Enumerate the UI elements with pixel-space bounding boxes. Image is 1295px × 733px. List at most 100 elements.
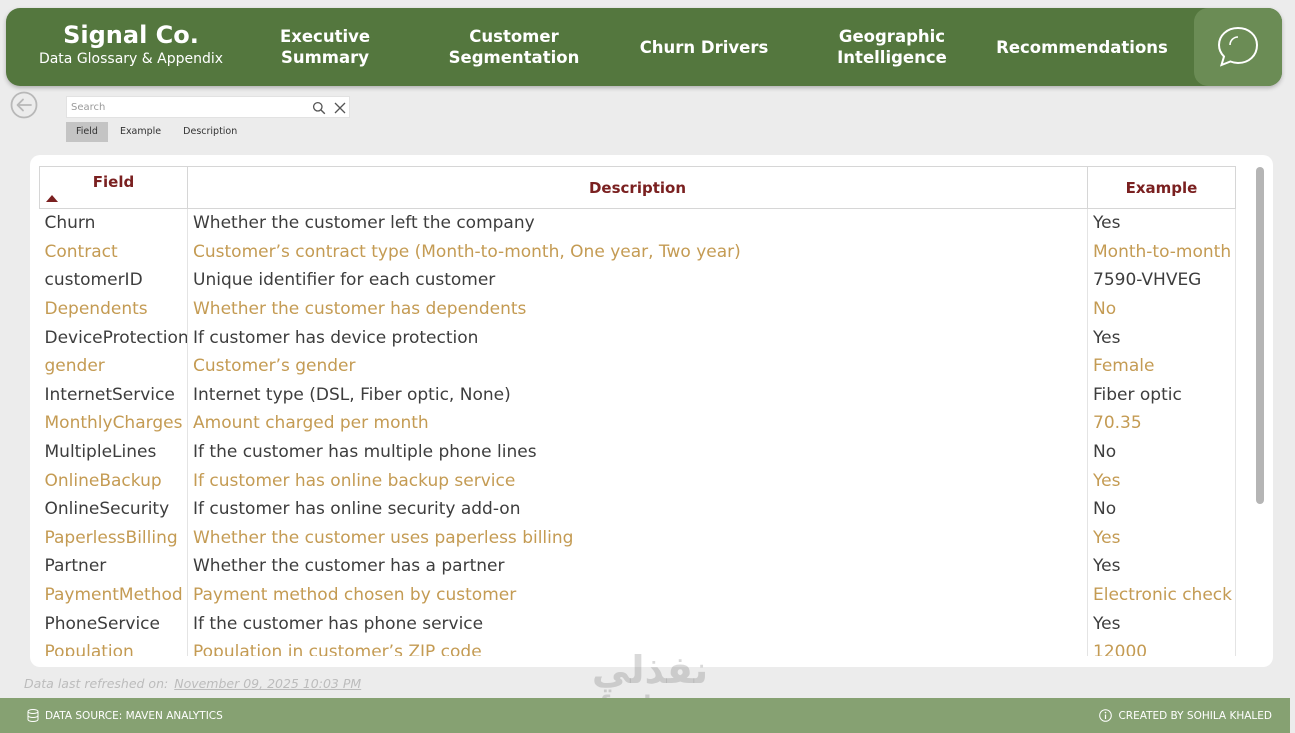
back-button[interactable] <box>10 91 38 123</box>
vertical-scrollbar[interactable] <box>1256 167 1264 504</box>
top-nav-bar: Signal Co. Data Glossary & Appendix Exec… <box>6 8 1282 86</box>
back-arrow-icon <box>10 91 38 119</box>
nav-customer-segmentation[interactable]: Customer Segmentation <box>446 8 582 86</box>
cell-description: Whether the customer has a partner <box>187 552 1088 581</box>
cell-description: If customer has online backup service <box>187 466 1088 495</box>
database-icon <box>27 709 39 722</box>
brand: Signal Co. Data Glossary & Appendix <box>36 20 226 68</box>
filter-description[interactable]: Description <box>173 122 247 142</box>
cell-description: Whether the customer has dependents <box>187 294 1088 324</box>
cell-field: Dependents <box>39 294 188 324</box>
cell-field: PhoneService <box>39 609 188 638</box>
chat-bubble-icon <box>1217 26 1259 67</box>
glossary-table: Field Description Example Churn Whether t… <box>39 166 1236 656</box>
data-source-label: DATA SOURCE: MAVEN ANALYTICS <box>45 709 223 722</box>
cell-example: No <box>1087 437 1236 467</box>
close-icon[interactable] <box>333 100 347 119</box>
cell-field: OnlineSecurity <box>39 494 188 524</box>
column-header-field[interactable]: Field <box>39 166 188 209</box>
chat-button[interactable] <box>1194 8 1282 86</box>
glossary-table-card: Field Description Example Churn Whether t… <box>30 155 1273 667</box>
table-row[interactable]: OnlineSecurity If customer has online sec… <box>39 494 1236 524</box>
cell-example: Yes <box>1087 323 1236 352</box>
cell-example: Fiber optic <box>1087 380 1236 410</box>
cell-example: Month-to-month <box>1087 237 1236 267</box>
cell-example: Yes <box>1087 552 1236 581</box>
refresh-date: November 09, 2025 10:03 PM <box>174 676 362 691</box>
cell-example: Yes <box>1087 208 1236 238</box>
table-row[interactable]: PaperlessBilling Whether the customer use… <box>39 523 1236 553</box>
table-row[interactable]: Churn Whether the customer left the compa… <box>39 208 1236 238</box>
cell-example: 70.35 <box>1087 409 1236 438</box>
filter-field[interactable]: Field <box>66 122 108 142</box>
nav-geographic-intelligence[interactable]: Geographic Intelligence <box>830 8 954 86</box>
creator-info: CREATED BY SOHILA KHALED <box>1099 709 1272 722</box>
cell-field: customerID <box>39 266 188 295</box>
cell-description: Customer’s gender <box>187 351 1088 381</box>
cell-description: Customer’s contract type (Month-to-month… <box>187 237 1088 267</box>
cell-description: Unique identifier for each customer <box>187 266 1088 295</box>
cell-field: OnlineBackup <box>39 466 188 495</box>
table-row[interactable]: Dependents Whether the customer has depen… <box>39 294 1236 324</box>
cell-field: MultipleLines <box>39 437 188 467</box>
table-row[interactable]: Partner Whether the customer has a partne… <box>39 552 1236 581</box>
table-row[interactable]: Population Population in customer’s ZIP c… <box>39 637 1236 656</box>
created-by-label: CREATED BY SOHILA KHALED <box>1118 709 1272 722</box>
search-box <box>66 96 350 118</box>
table-row[interactable]: customerID Unique identifier for each cus… <box>39 266 1236 295</box>
table-row[interactable]: PhoneService If the customer has phone se… <box>39 609 1236 638</box>
page-subtitle: Data Glossary & Appendix <box>38 51 224 67</box>
cell-field: Churn <box>39 208 188 238</box>
data-refresh-note: Data last refreshed on: November 09, 2025… <box>24 676 361 691</box>
search-icon[interactable] <box>312 100 326 119</box>
nav-recommendations[interactable]: Recommendations <box>996 8 1168 86</box>
cell-example: Yes <box>1087 609 1236 638</box>
cell-description: If the customer has phone service <box>187 609 1088 638</box>
cell-description: Amount charged per month <box>187 409 1088 438</box>
cell-field: MonthlyCharges <box>39 409 188 438</box>
column-header-example[interactable]: Example <box>1087 166 1236 209</box>
cell-field: Partner <box>39 552 188 581</box>
cell-description: If customer has online security add-on <box>187 494 1088 524</box>
cell-description: Whether the customer uses paperless bill… <box>187 523 1088 553</box>
cell-description: Internet type (DSL, Fiber optic, None) <box>187 380 1088 410</box>
data-source-info: DATA SOURCE: MAVEN ANALYTICS <box>27 709 223 722</box>
brand-title: Signal Co. <box>63 21 199 49</box>
cell-description: Population in customer’s ZIP code <box>187 637 1088 656</box>
cell-field: PaperlessBilling <box>39 523 188 553</box>
sort-ascending-icon <box>46 195 58 202</box>
glossary-table-scroll[interactable]: Field Description Example Churn Whether t… <box>39 166 1236 656</box>
table-row[interactable]: InternetService Internet type (DSL, Fiber… <box>39 380 1236 410</box>
cell-field: DeviceProtection <box>39 323 188 352</box>
cell-description: If customer has device protection <box>187 323 1088 352</box>
footer-bar: DATA SOURCE: MAVEN ANALYTICS CREATED BY … <box>0 698 1290 733</box>
cell-description: If the customer has multiple phone lines <box>187 437 1088 467</box>
table-row[interactable]: MonthlyCharges Amount charged per month 70… <box>39 409 1236 438</box>
cell-field: PaymentMethod <box>39 580 188 610</box>
cell-field: Population <box>39 637 188 656</box>
search-field-filters: Field Example Description <box>66 122 249 142</box>
table-row[interactable]: PaymentMethod Payment method chosen by cu… <box>39 580 1236 610</box>
cell-example: Yes <box>1087 523 1236 553</box>
table-row[interactable]: Contract Customer’s contract type (Month-… <box>39 237 1236 267</box>
cell-description: Whether the customer left the company <box>187 208 1088 238</box>
nav-churn-drivers[interactable]: Churn Drivers <box>634 8 774 86</box>
cell-example: Electronic check <box>1087 580 1236 610</box>
column-header-description[interactable]: Description <box>187 166 1088 209</box>
cell-field: Contract <box>39 237 188 267</box>
cell-example: Female <box>1087 351 1236 381</box>
column-header-field-label: Field <box>92 173 135 191</box>
refresh-label: Data last refreshed on: <box>24 676 169 691</box>
info-icon <box>1099 709 1113 722</box>
nav-executive-summary[interactable]: Executive Summary <box>234 8 416 86</box>
filter-example[interactable]: Example <box>110 122 171 142</box>
cell-description: Payment method chosen by customer <box>187 580 1088 610</box>
cell-example: Yes <box>1087 466 1236 495</box>
search-input[interactable] <box>71 100 301 115</box>
table-row[interactable]: DeviceProtection If customer has device p… <box>39 323 1236 352</box>
table-row[interactable]: gender Customer’s gender Female <box>39 351 1236 381</box>
table-row[interactable]: OnlineBackup If customer has online backu… <box>39 466 1236 495</box>
cell-example: No <box>1087 494 1236 524</box>
table-row[interactable]: MultipleLines If the customer has multipl… <box>39 437 1236 467</box>
cell-field: InternetService <box>39 380 188 410</box>
